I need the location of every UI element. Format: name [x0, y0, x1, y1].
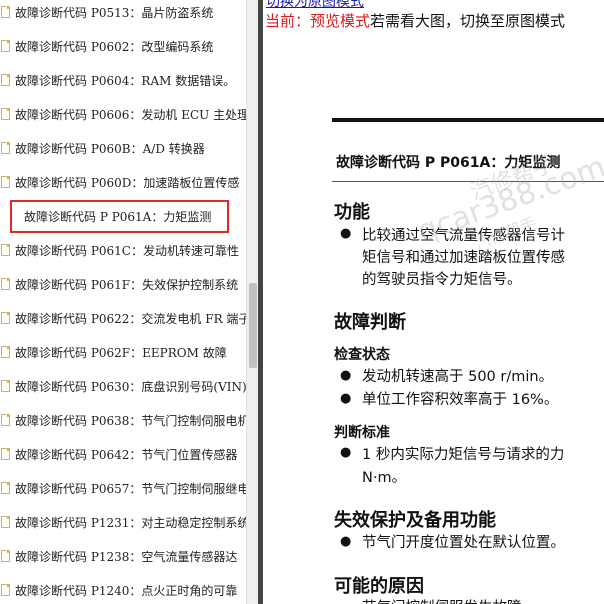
preview-mode-label: 当前：预览模式 [265, 12, 371, 30]
document-icon [1, 40, 10, 52]
criteria-heading: 判断标准 [334, 425, 390, 441]
tree-item[interactable]: 故障诊断代码 P1240：点火正时角的可靠 [0, 573, 246, 604]
judgement-heading: 故障判断 [334, 312, 406, 333]
check-item: 发动机转速高于 500 r/min。 [362, 369, 554, 385]
bullet-icon: ● [340, 534, 352, 549]
document-icon [1, 6, 10, 18]
document-icon [1, 380, 10, 392]
bullet-icon: ● [340, 226, 352, 241]
failsafe-item: 节气门开度位置处在默认位置。 [362, 535, 565, 551]
tree-item-label: 故障诊断代码 P060B：A/D 转换器 [15, 141, 205, 156]
tree-item-label: 故障诊断代码 P0657：节气门控制伺服继电 [15, 481, 246, 496]
tree-item[interactable]: 故障诊断代码 P0513：晶片防盗系统 [0, 0, 246, 29]
bullet-icon: ● [340, 391, 352, 406]
document-title: 故障诊断代码 P P061A：力矩监测 [336, 155, 561, 171]
tree-item-label: 故障诊断代码 P0602：改型编码系统 [15, 39, 214, 54]
bullet-icon: ● [340, 368, 352, 383]
title-rule [332, 181, 604, 182]
tree-item[interactable]: 故障诊断代码 P060B：A/D 转换器 [0, 131, 246, 165]
document-icon [1, 414, 10, 426]
check-item: 单位工作容积效率高于 16%。 [362, 392, 559, 408]
tree-item-label: 故障诊断代码 P1240：点火正时角的可靠 [15, 583, 238, 598]
function-heading: 功能 [334, 202, 370, 223]
check-heading: 检查状态 [334, 347, 390, 363]
tree-item-label: 故障诊断代码 P061C：发动机转速可靠性 [15, 243, 239, 258]
tree-item-label: 故障诊断代码 P0638：节气门控制伺服电机 [15, 413, 246, 428]
causes-line: 节气门控制伺服发生故障 [362, 596, 522, 604]
tree-item-selected[interactable]: 故障诊断代码 P P061A：力矩监测 [0, 199, 246, 233]
document-icon [1, 448, 10, 460]
document-icon [1, 346, 10, 358]
document-icon [1, 482, 10, 494]
tree-item-label: 故障诊断代码 P0630：底盘识别号码(VIN) [15, 379, 246, 394]
function-line: 的驾驶员指令力矩信号。 [362, 272, 522, 288]
tree-item-label: 故障诊断代码 P061F：失效保护控制系统 [15, 277, 239, 292]
tree-item[interactable]: 故障诊断代码 P062F：EEPROM 故障 [0, 335, 246, 369]
tree-item[interactable]: 故障诊断代码 P0604：RAM 数据错误。 [0, 63, 246, 97]
failsafe-heading: 失效保护及备用功能 [334, 510, 496, 531]
tree-item[interactable]: 故障诊断代码 P0638：节气门控制伺服电机 [0, 403, 246, 437]
criteria-line: 1 秒内实际力矩信号与请求的力 [362, 447, 565, 463]
tree-item[interactable]: 故障诊断代码 P0630：底盘识别号码(VIN) [0, 369, 246, 403]
tree-item-label: 故障诊断代码 P1238：空气流量传感器达 [15, 549, 238, 564]
document-icon [1, 312, 10, 324]
tree-item-label: 故障诊断代码 P062F：EEPROM 故障 [15, 345, 227, 360]
document-icon [1, 108, 10, 120]
document-icon [1, 74, 10, 86]
sidebar-scrollbar[interactable] [246, 0, 258, 604]
tree-item-label: 故障诊断代码 P1231：对主动稳定控制系统 [15, 515, 246, 530]
tree-item[interactable]: 故障诊断代码 P0642：节气门位置传感器 [0, 437, 246, 471]
document-viewer: 切换为原图模式 当前：预览模式若需看大图，切换至原图模式 故障诊断代码 P P0… [263, 0, 604, 604]
preview-mode-hint: 若需看大图，切换至原图模式 [370, 12, 566, 30]
tree-item[interactable]: 故障诊断代码 P1231：对主动稳定控制系统 [0, 505, 246, 539]
tree-item-label: 故障诊断代码 P0604：RAM 数据错误。 [15, 73, 236, 88]
tree-item-label: 故障诊断代码 P060D：加速踏板位置传感 [15, 175, 240, 190]
document-icon [1, 278, 10, 290]
tree-item[interactable]: 故障诊断代码 P061C：发动机转速可靠性 [0, 233, 246, 267]
document-icon [1, 516, 10, 528]
document-icon [1, 176, 10, 188]
function-line: 比较通过空气流量传感器信号计 [362, 228, 565, 244]
tree-item-label: 故障诊断代码 P0513：晶片防盗系统 [15, 5, 214, 20]
criteria-line: N·m。 [362, 470, 407, 486]
function-line: 矩信号和通过加速踏板位置传感 [362, 250, 565, 266]
preview-mode-notice: 当前：预览模式若需看大图，切换至原图模式 [265, 10, 565, 31]
tree-item[interactable]: 故障诊断代码 P060D：加速踏板位置传感 [0, 165, 246, 199]
document-icon [1, 244, 10, 256]
tree-item[interactable]: 故障诊断代码 P061F：失效保护控制系统 [0, 267, 246, 301]
tree-item-label: 故障诊断代码 P P061A：力矩监测 [9, 199, 230, 233]
tree-item-label: 故障诊断代码 P0622：交流发电机 FR 端子 [15, 311, 246, 326]
document-icon [1, 550, 10, 562]
document-icon [1, 584, 10, 596]
tree-item-label: 故障诊断代码 P0642：节气门位置传感器 [15, 447, 238, 462]
bullet-icon: ● [340, 445, 352, 460]
causes-heading: 可能的原因 [334, 576, 424, 597]
tree-item[interactable]: 故障诊断代码 P0602：改型编码系统 [0, 29, 246, 63]
header-rule [332, 118, 604, 122]
sidebar-scroll-thumb[interactable] [249, 283, 257, 368]
document-icon [1, 142, 10, 154]
tree-item[interactable]: 故障诊断代码 P0657：节气门控制伺服继电 [0, 471, 246, 505]
tree-item[interactable]: 故障诊断代码 P0622：交流发电机 FR 端子 [0, 301, 246, 335]
tree-item-label: 故障诊断代码 P0606：发动机 ECU 主处理 [15, 107, 246, 122]
file-tree-sidebar: 故障诊断代码 P0513：晶片防盗系统 故障诊断代码 P0602：改型编码系统 … [0, 0, 246, 604]
tree-item[interactable]: 故障诊断代码 P0606：发动机 ECU 主处理 [0, 97, 246, 131]
tree-item[interactable]: 故障诊断代码 P1238：空气流量传感器达 [0, 539, 246, 573]
